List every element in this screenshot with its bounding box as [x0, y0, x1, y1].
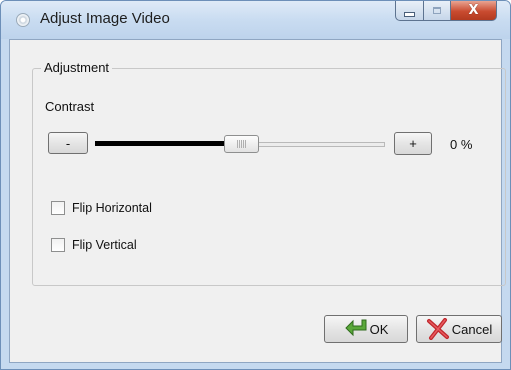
flip-horizontal-label[interactable]: Flip Horizontal	[72, 201, 152, 215]
contrast-increase-button[interactable]: +	[394, 132, 432, 155]
close-button[interactable]: X	[451, 1, 497, 21]
close-icon: X	[468, 3, 479, 18]
green-arrow-icon	[344, 319, 367, 337]
adjust-image-video-window: Adjust Image Video X Adjustment Contrast…	[0, 0, 511, 370]
app-icon	[16, 13, 30, 27]
maximize-button[interactable]	[424, 1, 451, 21]
maximize-icon	[433, 7, 441, 14]
contrast-slider-track[interactable]	[257, 142, 385, 147]
flip-horizontal-checkbox[interactable]	[51, 201, 65, 215]
ok-label: OK	[369, 321, 389, 337]
flip-vertical-checkbox[interactable]	[51, 238, 65, 252]
cancel-button[interactable]: Cancel	[416, 315, 502, 343]
contrast-value: 0 %	[450, 137, 473, 152]
cancel-label: Cancel	[451, 321, 493, 337]
red-x-icon	[426, 318, 449, 340]
minimize-icon	[404, 11, 415, 17]
flip-vertical-label[interactable]: Flip Vertical	[72, 238, 137, 252]
adjustment-group-label: Adjustment	[41, 60, 113, 75]
slider-grip-icon	[237, 140, 246, 148]
contrast-increase-label: +	[409, 136, 417, 151]
contrast-decrease-label: -	[65, 135, 71, 151]
title-bar[interactable]: Adjust Image Video X	[1, 1, 510, 39]
caption-buttons: X	[395, 1, 497, 23]
minimize-button[interactable]	[395, 1, 424, 21]
adjustment-group: Adjustment	[32, 60, 506, 286]
contrast-label: Contrast	[45, 99, 95, 114]
window-title: Adjust Image Video	[40, 10, 170, 27]
contrast-decrease-button[interactable]: -	[48, 132, 88, 154]
ok-button[interactable]: OK	[324, 315, 408, 343]
contrast-slider-fill	[95, 141, 227, 146]
contrast-slider-thumb[interactable]	[224, 135, 259, 153]
